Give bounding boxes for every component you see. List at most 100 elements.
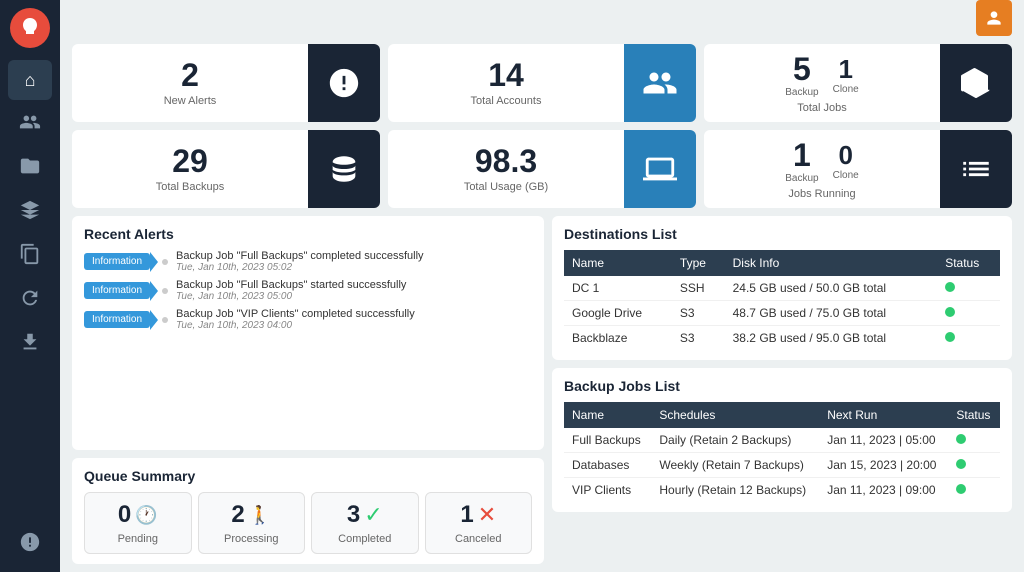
queue-completed-top: 3 ✓	[347, 501, 383, 529]
jobs-running-clone-label: Clone	[833, 170, 859, 181]
alert-icon	[19, 531, 41, 558]
job-nextrun-0: Jan 11, 2023 | 05:00	[819, 428, 948, 453]
jobs-running-backup-col: 1 Backup	[779, 139, 824, 184]
queue-summary-title: Queue Summary	[84, 468, 532, 484]
total-jobs-clone-col: 1 Clone	[827, 56, 865, 95]
jobs-running-numbers: 1 Backup 0 Clone	[779, 139, 865, 184]
backup-jobs-table: Name Schedules Next Run Status Full Back…	[564, 402, 1000, 502]
sidebar-item-alerts[interactable]	[8, 524, 52, 564]
job-schedule-2: Hourly (Retain 12 Backups)	[651, 478, 819, 503]
dest-name-2: Backblaze	[564, 326, 672, 351]
job-schedule-1: Weekly (Retain 7 Backups)	[651, 453, 819, 478]
user-avatar[interactable]	[976, 0, 1012, 36]
alert-text-2: Backup Job "VIP Clients" completed succe…	[176, 308, 415, 320]
destinations-row-1: Google Drive S3 48.7 GB used / 75.0 GB t…	[564, 301, 1000, 326]
job-name-1: Databases	[564, 453, 651, 478]
backup-jobs-row-0: Full Backups Daily (Retain 2 Backups) Ja…	[564, 428, 1000, 453]
download-icon	[19, 331, 41, 358]
job-nextrun-2: Jan 11, 2023 | 09:00	[819, 478, 948, 503]
queue-pending: 0 🕐 Pending	[84, 492, 192, 554]
new-alerts-card: 2 New Alerts	[72, 44, 380, 122]
new-alerts-number: 2	[181, 59, 199, 91]
right-panel: Destinations List Name Type Disk Info St…	[552, 216, 1012, 564]
queue-completed-label: Completed	[338, 533, 391, 545]
total-jobs-numbers: 5 Backup 1 Clone	[779, 53, 865, 98]
total-jobs-text: 5 Backup 1 Clone Total Jobs	[704, 45, 940, 122]
total-accounts-label: Total Accounts	[471, 95, 542, 107]
total-jobs-card: 5 Backup 1 Clone Total Jobs	[704, 44, 1012, 122]
running-icon: 🚶	[249, 505, 271, 526]
sidebar-item-download[interactable]	[8, 324, 52, 364]
destinations-header-row: Name Type Disk Info Status	[564, 250, 1000, 276]
dest-disk-2: 38.2 GB used / 95.0 GB total	[725, 326, 938, 351]
sidebar-item-files[interactable]	[8, 148, 52, 188]
backup-jobs-title: Backup Jobs List	[564, 378, 1000, 394]
total-usage-icon	[624, 130, 696, 208]
jobs-running-icon	[940, 130, 1012, 208]
total-jobs-icon	[940, 44, 1012, 122]
jobs-running-clone-number: 0	[838, 142, 852, 168]
sidebar-item-home[interactable]: ⌂	[8, 60, 52, 100]
dashboard: 2 New Alerts 14 Total Accounts	[60, 36, 1024, 572]
alert-dot-0	[162, 259, 168, 265]
jobs-col-schedules: Schedules	[651, 402, 819, 428]
queue-pending-number: 0	[118, 501, 131, 529]
total-accounts-card: 14 Total Accounts	[388, 44, 696, 122]
dest-disk-0: 24.5 GB used / 50.0 GB total	[725, 276, 938, 301]
job-status-dot-0	[956, 434, 966, 444]
new-alerts-text: 2 New Alerts	[72, 51, 308, 115]
clock-icon: 🕐	[135, 505, 157, 526]
recent-alerts-title: Recent Alerts	[84, 226, 532, 242]
jobs-running-card: 1 Backup 0 Clone Jobs Running	[704, 130, 1012, 208]
boxes-icon	[19, 199, 41, 226]
destinations-col-status: Status	[937, 250, 1000, 276]
status-dot-0	[945, 282, 955, 292]
jobs-col-name: Name	[564, 402, 651, 428]
job-status-dot-2	[956, 484, 966, 494]
alert-text-0: Backup Job "Full Backups" completed succ…	[176, 250, 423, 262]
folder-icon	[19, 155, 41, 182]
total-usage-label: Total Usage (GB)	[464, 181, 548, 193]
sidebar-item-users[interactable]	[8, 104, 52, 144]
queue-grid: 0 🕐 Pending 2 🚶 Processing	[84, 492, 532, 554]
copy-icon	[19, 243, 41, 270]
total-jobs-label: Total Jobs	[797, 102, 847, 114]
destinations-title: Destinations List	[564, 226, 1000, 242]
dest-name-0: DC 1	[564, 276, 672, 301]
x-icon: ✕	[478, 502, 496, 528]
sidebar-item-refresh[interactable]	[8, 280, 52, 320]
alert-dot-1	[162, 288, 168, 294]
queue-processing-number: 2	[231, 501, 244, 529]
stats-row-1: 2 New Alerts 14 Total Accounts	[72, 44, 1012, 122]
job-name-0: Full Backups	[564, 428, 651, 453]
alert-content-2: Backup Job "VIP Clients" completed succe…	[176, 308, 415, 331]
alert-text-1: Backup Job "Full Backups" started succes…	[176, 279, 406, 291]
status-dot-1	[945, 307, 955, 317]
total-backups-icon	[308, 130, 380, 208]
jobs-col-status: Status	[948, 402, 1000, 428]
queue-pending-top: 0 🕐	[118, 501, 158, 529]
total-jobs-backup-number: 5	[793, 53, 811, 85]
queue-completed: 3 ✓ Completed	[311, 492, 419, 554]
queue-canceled-label: Canceled	[455, 533, 501, 545]
topbar	[60, 0, 1024, 36]
backup-jobs-card: Backup Jobs List Name Schedules Next Run…	[552, 368, 1012, 512]
total-accounts-text: 14 Total Accounts	[388, 51, 624, 115]
alert-content-0: Backup Job "Full Backups" completed succ…	[176, 250, 423, 273]
alert-dot-2	[162, 317, 168, 323]
destinations-col-type: Type	[672, 250, 725, 276]
backup-jobs-row-1: Databases Weekly (Retain 7 Backups) Jan …	[564, 453, 1000, 478]
sidebar-item-boxes[interactable]	[8, 192, 52, 232]
destinations-col-disk: Disk Info	[725, 250, 938, 276]
total-jobs-backup-col: 5 Backup	[779, 53, 824, 98]
total-backups-card: 29 Total Backups	[72, 130, 380, 208]
queue-summary-card: Queue Summary 0 🕐 Pending 2	[72, 458, 544, 564]
queue-canceled: 1 ✕ Canceled	[425, 492, 533, 554]
total-backups-number: 29	[172, 145, 208, 177]
sidebar-logo[interactable]	[10, 8, 50, 48]
sidebar-item-copy[interactable]	[8, 236, 52, 276]
jobs-running-label: Jobs Running	[788, 188, 855, 200]
home-icon: ⌂	[25, 70, 36, 91]
bottom-section: Recent Alerts Information Backup Job "Fu…	[72, 216, 1012, 564]
new-alerts-label: New Alerts	[164, 95, 217, 107]
